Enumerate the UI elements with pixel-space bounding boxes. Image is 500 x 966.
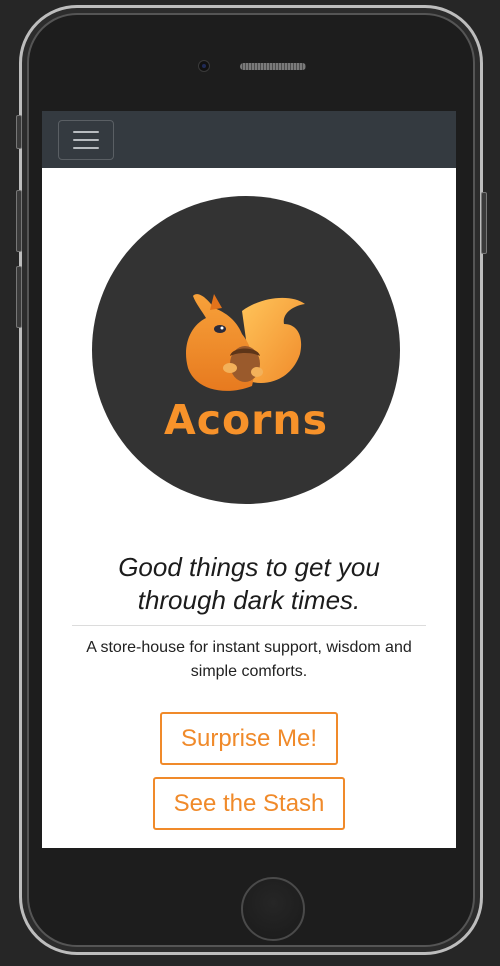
tagline-line-2: through dark times. [137,585,361,615]
mute-switch [16,115,22,149]
hero-logo-circle: Acorns [92,196,400,504]
tagline-heading: Good things to get you through dark time… [62,551,436,617]
brand-name: Acorns [163,396,328,444]
top-navbar [42,111,456,168]
subtitle-line-1: A store-house for instant support, wisdo… [86,639,412,656]
front-camera [198,60,210,72]
subtitle-text: A store-house for instant support, wisdo… [72,636,426,684]
divider [72,625,426,626]
subtitle-line-2: simple comforts. [190,663,308,680]
surprise-me-button[interactable]: Surprise Me! [160,712,338,765]
tagline-line-1: Good things to get you [118,552,380,582]
hamburger-menu-icon[interactable] [58,120,114,160]
app-screen: Acorns Good things to get you through da… [42,111,456,848]
squirrel-with-acorn-icon [186,294,305,391]
earpiece-speaker [240,63,306,70]
see-the-stash-button[interactable]: See the Stash [153,777,345,830]
volume-up-button [16,190,22,252]
home-button[interactable] [241,877,305,941]
volume-down-button [16,266,22,328]
power-button [481,192,487,254]
